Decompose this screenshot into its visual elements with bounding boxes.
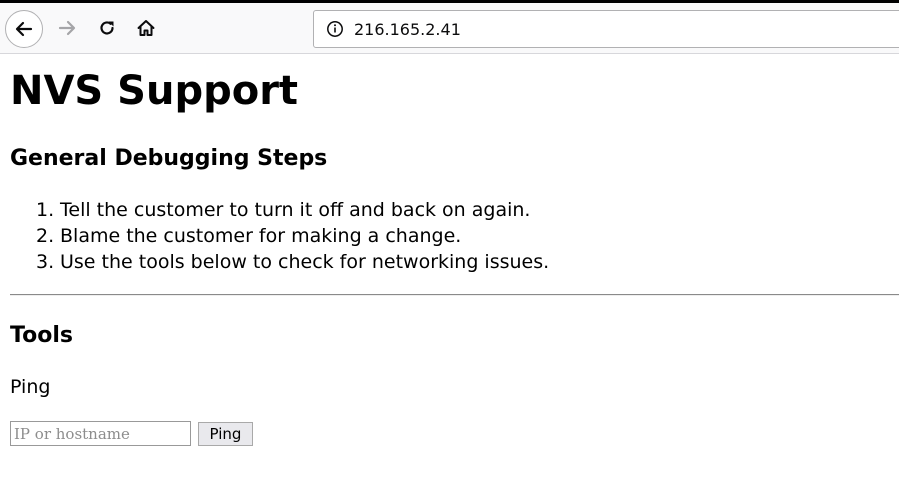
list-item-text: Use the tools below to check for network… [60,251,550,273]
ping-button[interactable]: Ping [198,422,253,446]
arrow-right-icon [58,20,76,36]
divider [10,294,899,296]
list-item: 1. Tell the customer to turn it off and b… [36,199,531,221]
steps-list: 1. Tell the customer to turn it off and b… [10,197,549,275]
list-item-text: Tell the customer to turn it off and bac… [60,199,531,221]
tools-heading: Tools [10,323,73,348]
home-button[interactable] [129,11,163,45]
reload-button[interactable] [90,11,124,45]
browser-toolbar: 216.165.2.41 [0,0,899,54]
address-bar[interactable]: 216.165.2.41 [313,10,899,48]
list-item: 2. Blame the customer for making a change… [36,225,462,247]
list-item-text: Blame the customer for making a change. [60,225,462,247]
forward-button[interactable] [50,11,84,45]
page-title: NVS Support [10,68,299,114]
reload-icon [100,21,114,35]
arrow-left-icon [15,21,33,37]
ping-label: Ping [10,376,51,398]
back-button[interactable] [5,10,43,48]
ping-host-input[interactable] [10,421,191,446]
url-text[interactable]: 216.165.2.41 [354,20,461,39]
steps-heading: General Debugging Steps [10,146,328,171]
home-icon [137,20,155,36]
info-icon[interactable] [326,20,344,38]
list-item: 3. Use the tools below to check for netwo… [36,251,550,273]
